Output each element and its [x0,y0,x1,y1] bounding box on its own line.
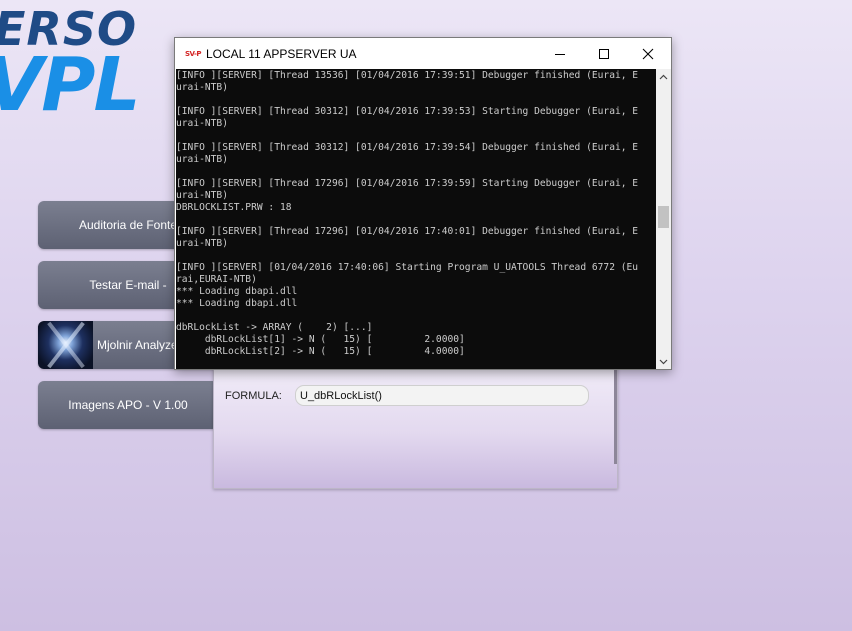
console-line: urai-NTB) [176,238,228,249]
close-icon [642,48,654,59]
maximize-button[interactable] [581,38,627,69]
formula-input[interactable] [295,385,589,406]
scroll-up-button[interactable] [656,69,671,84]
menu-button-label: Testar E-mail - [89,278,167,292]
mjolnir-thumbnail-icon [38,321,93,369]
console-log-text: [INFO ][SERVER] [Thread 13536] [01/04/20… [176,69,656,358]
vertical-scrollbar[interactable] [656,69,671,369]
minimize-icon [555,53,565,55]
maximize-icon [599,48,609,59]
console-line: [INFO ][SERVER] [Thread 13536] [01/04/20… [176,70,639,81]
console-line: urai-NTB) [176,118,228,129]
console-line: urai-NTB) [176,190,228,201]
console-line: urai-NTB) [176,154,228,165]
menu-button-imagens-apo[interactable]: Imagens APO - V 1.00 [38,381,218,429]
console-line: dbRLockList[1] -> N ( 15) [ 2.0000] [176,334,465,345]
chevron-down-icon [659,359,668,364]
formula-label: FORMULA: [225,390,282,402]
console-line: [INFO ][SERVER] [Thread 17296] [01/04/20… [176,178,639,189]
formula-panel: FORMULA: [213,365,618,489]
console-line: dbRLockList -> ARRAY ( 2) [...] [176,322,373,333]
menu-button-label: Auditoria de Fonte [78,218,178,232]
menu-button-label: Imagens APO - V 1.00 [68,398,188,412]
scroll-down-button[interactable] [656,354,671,369]
chevron-up-icon [659,74,668,79]
console-line: [INFO ][SERVER] [Thread 30312] [01/04/20… [176,106,639,117]
app-logo-icon: SV-P [185,49,202,58]
panel-edge [614,370,617,464]
console-line: DBRLOCKLIST.PRW : 18 [176,202,292,213]
logo-text-bottom: VPL [0,42,141,128]
scrollbar-thumb[interactable] [658,206,669,228]
console-line: [INFO ][SERVER] [Thread 17296] [01/04/20… [176,226,639,237]
console-line: urai-NTB) [176,82,228,93]
console-window: SV-P LOCAL 11 APPSERVER UA [INFO ][SERVE… [174,37,672,370]
window-title: LOCAL 11 APPSERVER UA [206,46,357,61]
console-line: *** Loading dbapi.dll [176,286,298,297]
console-line: dbRLockList[2] -> N ( 15) [ 4.0000] [176,346,465,357]
menu-button-label: Mjolnir Analyzer [97,338,182,352]
title-bar[interactable]: SV-P LOCAL 11 APPSERVER UA [175,38,671,69]
console-output[interactable]: [INFO ][SERVER] [Thread 13536] [01/04/20… [176,69,656,369]
console-line: [INFO ][SERVER] [01/04/2016 17:40:06] St… [176,262,639,273]
console-line: [INFO ][SERVER] [Thread 30312] [01/04/20… [176,142,639,153]
console-line: rai,EURAI-NTB) [176,274,257,285]
minimize-button[interactable] [537,38,583,69]
close-button[interactable] [625,38,671,69]
console-line: *** Loading dbapi.dll [176,298,298,309]
